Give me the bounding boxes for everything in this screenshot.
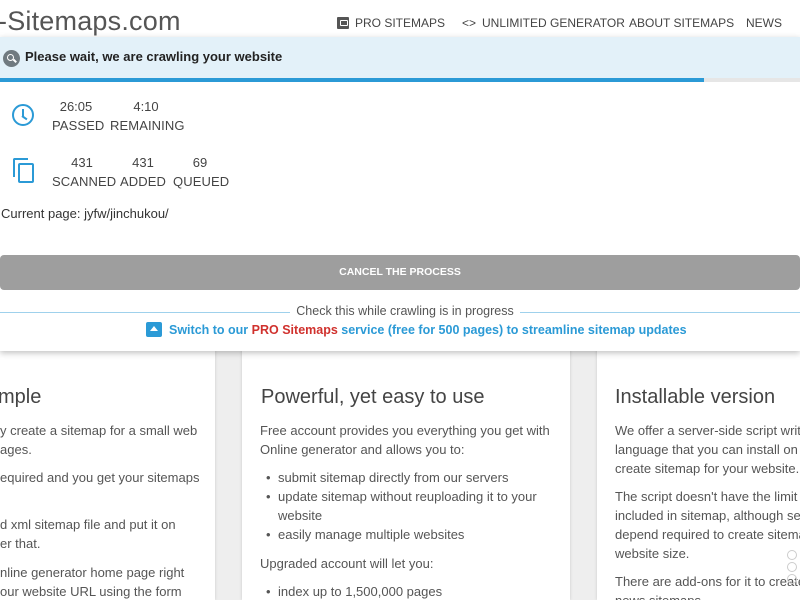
card-title: Powerful, yet easy to use — [261, 386, 485, 408]
nav-label: UNLIMITED GENERATOR — [482, 16, 625, 30]
list-item: index up to 1,500,000 pages — [260, 582, 442, 600]
time-remaining-value: 4:10 — [133, 99, 159, 114]
card-text: nline generator home page right — [0, 565, 185, 580]
pages-copy-icon — [13, 158, 35, 184]
card-title: mple — [0, 386, 42, 408]
crawl-tip-divider: Check this while crawling is in progress — [0, 304, 800, 320]
pro-box-icon — [337, 17, 349, 29]
card-text: Upgraded account will let you: — [260, 556, 434, 571]
card-text: our website URL using the form — [0, 584, 182, 599]
card-text: ages. — [0, 442, 32, 457]
card-text: website size. — [615, 546, 690, 561]
nav-label: NEWS — [746, 16, 782, 30]
upgrade-list: index up to 1,500,000 pages — [260, 582, 442, 600]
nav-about-sitemaps[interactable]: ABOUT SITEMAPS — [629, 16, 734, 30]
scanned-value: 431 — [71, 155, 93, 170]
card-text: news sitemaps — [615, 591, 701, 600]
time-passed-value: 26:05 — [59, 99, 93, 114]
code-brackets-icon: <> — [462, 16, 477, 30]
cancel-process-button[interactable]: CANCEL THE PROCESS — [0, 255, 800, 290]
list-item: easily manage multiple websites — [260, 525, 537, 544]
upgrade-icon — [146, 322, 162, 337]
time-passed-label: PASSED — [52, 118, 105, 133]
progress-fill — [0, 78, 704, 82]
promo-prefix: Switch to our — [169, 322, 249, 337]
scanned-label: SCANNED — [52, 174, 117, 189]
pro-sitemaps-promo-link[interactable]: Switch to our PRO Sitemaps service (free… — [146, 322, 687, 337]
added-value: 431 — [132, 155, 154, 170]
crawl-progress-modal: Please wait, we are crawling your websit… — [0, 37, 800, 351]
list-item: submit sitemap directly from our servers — [260, 468, 537, 487]
modal-title: Please wait, we are crawling your websit… — [25, 49, 283, 64]
card-text: Online generator and allows you to: — [260, 442, 465, 457]
queued-label: QUEUED — [173, 174, 230, 189]
queued-value: 69 — [192, 155, 208, 170]
added-label: ADDED — [120, 174, 167, 189]
card-text: We offer a server-side script writte — [615, 423, 800, 438]
crawl-tip-text: Check this while crawling is in progress — [296, 304, 514, 318]
card-text: equired and you get your sitemaps — [0, 470, 200, 485]
list-item-continuation: website — [278, 508, 323, 523]
card-text: The script doesn't have the limit o — [615, 489, 800, 504]
nav-label: PRO SITEMAPS — [355, 16, 446, 30]
current-page-label: Current page: — [1, 206, 81, 221]
nav-news[interactable]: NEWS — [746, 16, 782, 30]
modal-header: Please wait, we are crawling your websit… — [0, 37, 800, 78]
site-logo[interactable]: -Sitemaps.com — [0, 6, 181, 37]
card-text: depend required to create sitemap — [615, 527, 800, 542]
nav-unlimited-generator[interactable]: <> UNLIMITED GENERATOR — [462, 16, 625, 30]
added-stat: 431 ADDED — [120, 154, 166, 190]
current-page: Current page: jyfw/jinchukou/ — [1, 206, 169, 221]
time-remaining-label: REMAINING — [110, 118, 185, 133]
promo-highlight: PRO Sitemaps — [251, 322, 338, 337]
time-passed-stat: 26:05 PASSED — [52, 98, 105, 134]
clock-icon — [12, 104, 34, 126]
card-text: create sitemap for your website. — [615, 461, 800, 476]
current-page-value: jyfw/jinchukou/ — [84, 206, 169, 221]
feature-card-simple: mple y create a sitemap for a small web … — [0, 340, 215, 600]
feature-list: submit sitemap directly from our servers… — [260, 468, 537, 544]
card-text: d xml sitemap file and put it on — [0, 517, 176, 532]
time-remaining-stat: 4:10 REMAINING — [110, 98, 185, 134]
nav-label: ABOUT SITEMAPS — [629, 16, 735, 30]
feature-card-installable: Installable version We offer a server-si… — [597, 340, 800, 600]
card-title: Installable version — [615, 386, 776, 408]
card-text: y create a sitemap for a small web — [0, 423, 198, 438]
card-text: er that. — [0, 536, 41, 551]
watermark-icon — [787, 548, 800, 598]
search-icon — [3, 50, 20, 67]
scanned-stat: 431 SCANNED — [52, 154, 117, 190]
promo-suffix: service (free for 500 pages) to streamli… — [341, 322, 687, 337]
feature-card-powerful: Powerful, yet easy to use Free account p… — [242, 340, 570, 600]
card-text: included in sitemap, although serv — [615, 508, 800, 523]
queued-stat: 69 QUEUED — [173, 154, 230, 190]
card-text: Free account provides you everything you… — [260, 423, 550, 438]
card-text: There are add-ons for it to create — [615, 574, 800, 589]
list-item: update sitemap without reuploading it to… — [260, 487, 537, 506]
card-text: language that you can install on y — [615, 442, 800, 457]
crawl-progress-bar — [0, 78, 800, 82]
nav-pro-sitemaps[interactable]: PRO SITEMAPS — [337, 16, 445, 30]
